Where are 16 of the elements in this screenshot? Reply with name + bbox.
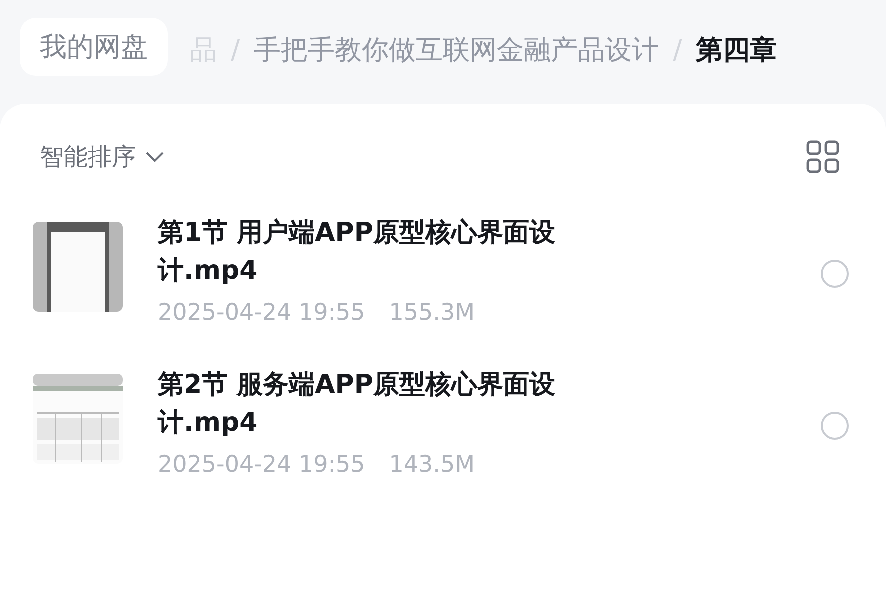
file-name[interactable]: 第2节 服务端APP原型核心界面设计.mp4 (158, 366, 648, 442)
file-size: 143.5M (389, 452, 475, 478)
file-name[interactable]: 第1节 用户端APP原型核心界面设计.mp4 (158, 214, 648, 290)
grid-view-icon[interactable] (806, 140, 840, 174)
breadcrumb-link[interactable]: 手把手教你做互联网金融产品设计 (254, 32, 660, 68)
sort-dropdown[interactable]: 智能排序 (40, 141, 166, 173)
breadcrumb-separator: / (231, 34, 240, 66)
file-date: 2025-04-24 19:55 (158, 300, 366, 326)
current-folder: 第四章 (696, 34, 778, 68)
home-breadcrumb[interactable]: 我的网盘 (20, 18, 168, 76)
select-radio[interactable] (821, 260, 849, 288)
file-size: 155.3M (389, 300, 475, 326)
select-radio[interactable] (821, 412, 849, 440)
file-date: 2025-04-24 19:55 (158, 452, 366, 478)
chevron-down-icon (144, 150, 166, 164)
breadcrumb-separator: / (673, 34, 682, 66)
